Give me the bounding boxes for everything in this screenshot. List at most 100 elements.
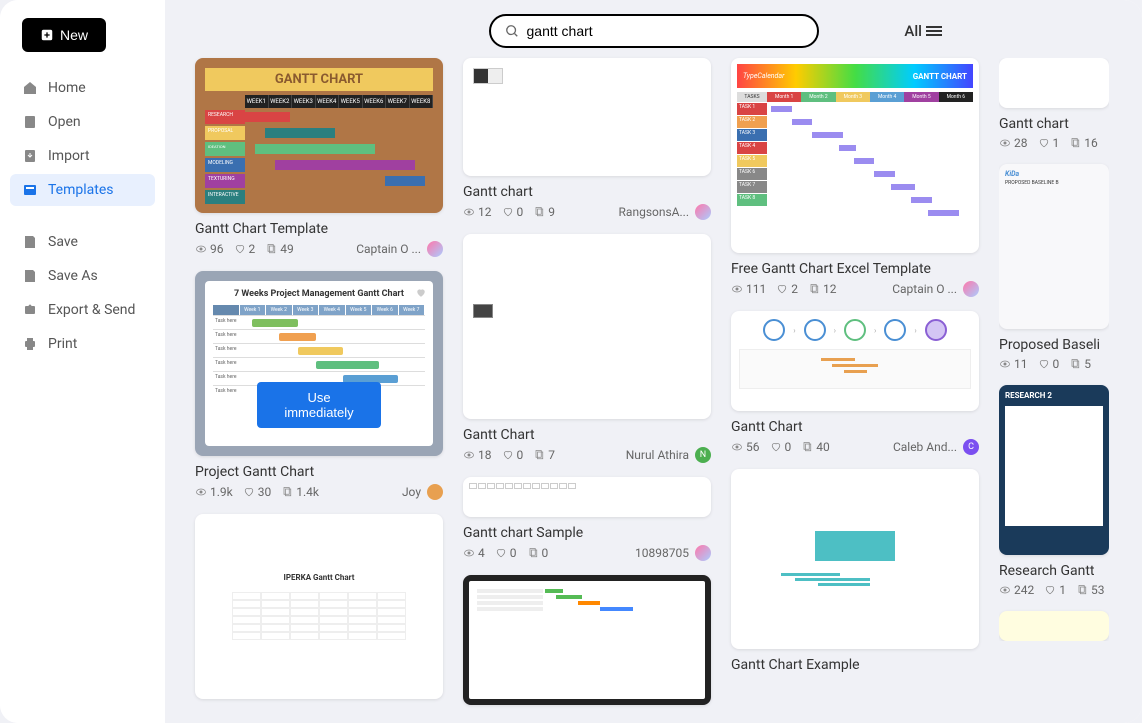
- save-icon: [22, 234, 38, 250]
- search-input[interactable]: [527, 23, 803, 39]
- heart-icon: [502, 449, 514, 461]
- heart-icon: [1038, 358, 1050, 370]
- thumb-title: GANTT CHART: [205, 68, 433, 91]
- nav-import[interactable]: Import: [10, 140, 155, 172]
- template-thumbnail: [463, 575, 711, 705]
- new-button-label: New: [60, 27, 88, 43]
- template-card[interactable]: › › › › Gantt Chart: [731, 311, 979, 455]
- avatar: [695, 545, 711, 561]
- thumb-title: RESEARCH 2: [1005, 391, 1103, 400]
- sidebar: New Home Open Import Templates Save Save…: [0, 0, 165, 723]
- thumb-title: IPERKA Gantt Chart: [283, 573, 354, 582]
- avatar: C: [963, 439, 979, 455]
- thumb-title: 7 Weeks Project Management Gantt Chart: [213, 289, 425, 299]
- template-thumbnail: [999, 58, 1109, 108]
- nav-home-label: Home: [48, 80, 86, 96]
- template-author: RangsonsA...: [619, 204, 711, 220]
- template-stats: 242 1 53: [999, 583, 1104, 597]
- eye-icon: [463, 206, 475, 218]
- use-immediately-button[interactable]: Use immediately: [257, 382, 381, 428]
- main-content: All GANTT CHART WEEK1WEEK2WEEK3WEEK4WEEK…: [165, 0, 1142, 723]
- template-card[interactable]: [463, 575, 711, 705]
- template-thumbnail: 7 Weeks Project Management Gantt Chart W…: [195, 271, 443, 456]
- template-author: Captain O ...: [356, 241, 443, 257]
- template-thumbnail: [999, 611, 1109, 641]
- avatar: [963, 281, 979, 297]
- template-card-hover[interactable]: 7 Weeks Project Management Gantt Chart W…: [195, 271, 443, 500]
- template-card[interactable]: GANTT CHART WEEK1WEEK2WEEK3WEEK4WEEK5WEE…: [195, 58, 443, 257]
- template-thumbnail: [463, 477, 711, 517]
- favorite-icon[interactable]: [409, 281, 433, 305]
- import-icon: [22, 148, 38, 164]
- nav-export[interactable]: Export & Send: [10, 294, 155, 326]
- home-icon: [22, 80, 38, 96]
- copy-icon: [533, 206, 545, 218]
- new-button[interactable]: New: [22, 18, 106, 52]
- template-thumbnail: › › › ›: [731, 311, 979, 411]
- nav-print-label: Print: [48, 336, 77, 352]
- export-icon: [22, 302, 38, 318]
- template-stats: 111 2 12: [731, 282, 836, 296]
- template-card[interactable]: [999, 611, 1109, 641]
- template-thumbnail: GANTT CHART WEEK1WEEK2WEEK3WEEK4WEEK5WEE…: [195, 58, 443, 213]
- copy-icon: [1076, 584, 1088, 596]
- plus-icon: [40, 28, 54, 42]
- print-icon: [22, 336, 38, 352]
- heart-icon: [502, 206, 514, 218]
- template-card[interactable]: IPERKA Gantt Chart: [195, 514, 443, 699]
- eye-icon: [195, 243, 207, 255]
- template-card[interactable]: Gantt Chart 18 0 7 Nurul AthiraN: [463, 234, 711, 463]
- template-thumbnail: [731, 469, 979, 649]
- template-stats: 18 0 7: [463, 448, 555, 462]
- search-icon: [505, 24, 519, 38]
- nav-save-as-label: Save As: [48, 268, 98, 284]
- nav-save[interactable]: Save: [10, 226, 155, 258]
- eye-icon: [731, 441, 743, 453]
- template-title: Gantt Chart Template: [195, 221, 443, 237]
- templates-icon: [22, 182, 38, 198]
- template-stats: 28 1 16: [999, 136, 1098, 150]
- eye-icon: [195, 486, 207, 498]
- template-card[interactable]: RESEARCH 2 Research Gantt 242 1 53: [999, 385, 1109, 597]
- eye-icon: [999, 584, 1011, 596]
- template-card[interactable]: Gantt chart Sample 4 0 0 10898705: [463, 477, 711, 561]
- nav-templates[interactable]: Templates: [10, 174, 155, 206]
- heart-icon: [243, 486, 255, 498]
- copy-icon: [533, 449, 545, 461]
- nav-print[interactable]: Print: [10, 328, 155, 360]
- heart-icon: [776, 283, 788, 295]
- filter-all[interactable]: All: [904, 22, 942, 40]
- copy-icon: [801, 441, 813, 453]
- heart-icon: [1038, 137, 1050, 149]
- menu-icon: [926, 24, 942, 38]
- template-stats: 4 0 0: [463, 546, 548, 560]
- template-stats: 1.9k 30 1.4k: [195, 485, 319, 499]
- copy-icon: [808, 283, 820, 295]
- app-container: New Home Open Import Templates Save Save…: [0, 0, 1142, 723]
- template-card[interactable]: Gantt chart 28 1 16: [999, 58, 1109, 150]
- copy-icon: [265, 243, 277, 255]
- nav-templates-label: Templates: [48, 182, 114, 198]
- copy-icon: [1069, 358, 1081, 370]
- template-thumbnail: IPERKA Gantt Chart: [195, 514, 443, 699]
- nav-save-as[interactable]: Save As: [10, 260, 155, 292]
- template-card[interactable]: Gantt chart 12 0 9 RangsonsA...: [463, 58, 711, 220]
- nav-open[interactable]: Open: [10, 106, 155, 138]
- template-card[interactable]: TypeCalendarGANTT CHART TASKSMonth 1Mont…: [731, 58, 979, 297]
- template-stats: 12 0 9: [463, 205, 555, 219]
- template-stats: 96 2 49: [195, 242, 294, 256]
- file-icon: [22, 114, 38, 130]
- eye-icon: [999, 137, 1011, 149]
- nav-home[interactable]: Home: [10, 72, 155, 104]
- template-card[interactable]: Gantt Chart Example: [731, 469, 979, 673]
- template-card[interactable]: KiDa PROPOSED BASELINE B Proposed Baseli…: [999, 164, 1109, 371]
- template-thumbnail: TypeCalendarGANTT CHART TASKSMonth 1Mont…: [731, 58, 979, 253]
- template-thumbnail: RESEARCH 2: [999, 385, 1109, 555]
- template-title: Gantt Chart: [731, 419, 979, 435]
- template-author: 10898705: [635, 545, 711, 561]
- template-stats: 11 0 5: [999, 357, 1091, 371]
- template-title: Gantt Chart: [463, 427, 711, 443]
- heart-icon: [495, 547, 507, 559]
- search-box[interactable]: [489, 14, 819, 48]
- template-author: Joy: [402, 484, 443, 500]
